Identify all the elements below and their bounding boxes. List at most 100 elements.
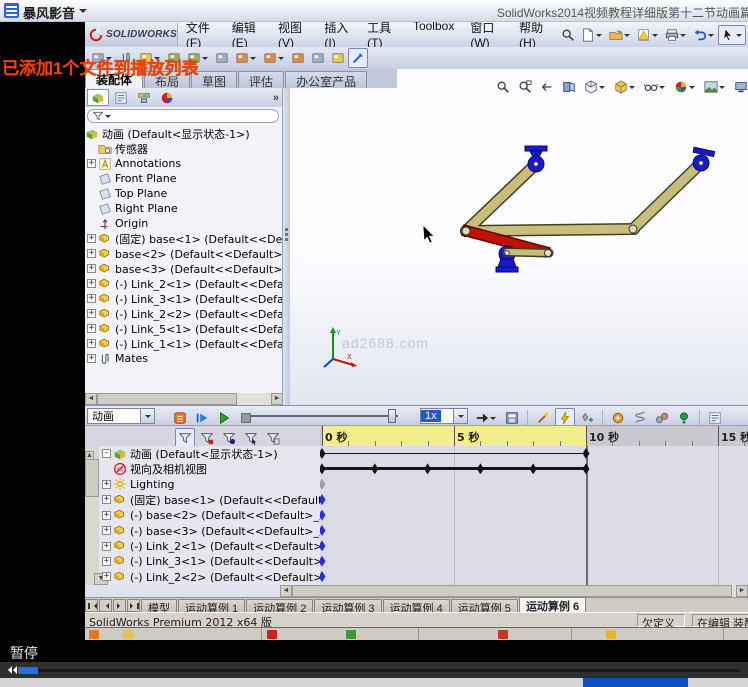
study-nav-previous-button[interactable] [99,599,112,612]
menu-item-4[interactable]: 工具(T) [359,22,405,50]
instant3d-button[interactable] [348,48,368,68]
study-tab-4[interactable]: 运动算例 4 [382,599,450,615]
expand-plus-icon[interactable]: + [87,279,96,288]
menu-item-3[interactable]: 插入(I) [316,22,359,50]
panel-splitter[interactable] [283,88,290,405]
playback-speed-select[interactable]: 1x [420,408,468,424]
keyframe-black[interactable] [476,463,484,475]
keyframe-black[interactable] [582,448,590,459]
keyframe-black[interactable] [529,463,537,475]
feature-tree-item[interactable]: Front Plane [85,171,282,186]
player-menu-caret-icon[interactable] [79,9,87,17]
dropdown-caret-icon[interactable] [719,86,725,92]
expand-plus-icon[interactable]: + [102,495,111,505]
motion-tree-item[interactable]: + (-) Link_2<2> (Default<<Default>_显示状态 1… [100,569,320,584]
dropdown-caret-icon[interactable] [652,33,658,40]
expand-plus-icon[interactable]: + [87,324,96,333]
expand-plus-icon[interactable]: + [87,264,96,273]
dropdown-caret-icon[interactable] [250,57,256,63]
dropdown-caret-icon[interactable] [736,33,742,40]
timeline-row[interactable] [320,477,748,492]
configuration-manager-tab[interactable] [133,89,155,106]
feature-tree-item[interactable]: + (-) Link_3<1> (Default<<Default>_显示状态 1… [85,291,282,306]
keyframe-gray[interactable] [320,478,326,490]
property-manager-tab[interactable] [110,89,132,106]
dropdown-caret-icon[interactable] [596,33,602,40]
timeline-canvas[interactable] [320,446,748,585]
feature-tree-item[interactable]: + (-) Link_5<1> (Default<<Default>_显示状态 1… [85,321,282,336]
player-seek-progress[interactable] [18,667,38,674]
feature-panel-hscrollbar[interactable]: ◄ ► [85,393,282,405]
keyframe-black[interactable] [320,463,326,475]
dropdown-caret-icon[interactable] [599,86,605,92]
exploded-view-button[interactable] [308,48,328,68]
study-nav-next-button[interactable] [113,599,126,612]
filter-selected-button[interactable] [241,428,261,448]
menu-item-7[interactable]: 帮助(H) [511,22,558,50]
feature-tree-item[interactable]: + base<3> (Default<<Default>_显示状态 1>) [85,261,282,276]
expand-plus-icon[interactable]: + [87,159,96,168]
scroll-left-button[interactable]: ◄ [280,585,292,597]
feature-tree-item[interactable]: + (-) Link_1<1> (Default<<Default>_显示状态 1… [85,336,282,351]
collapse-minus-icon[interactable]: - [102,449,111,459]
timeline-row[interactable] [320,492,748,507]
graphics-viewport[interactable]: ad2688.com Y X [290,69,748,405]
dropdown-caret-icon[interactable] [708,33,714,40]
bill-of-materials-button[interactable] [288,48,308,68]
menu-item-2[interactable]: 视图(V) [270,22,316,50]
feature-tree-root[interactable]: 动画 (Default<显示状态-1>) [85,126,282,141]
scene-button[interactable] [701,77,729,97]
menu-item-1[interactable]: 编辑(E) [224,22,270,50]
display-style-button[interactable] [611,77,639,97]
select-button[interactable] [718,24,746,45]
hide-show-button[interactable] [641,77,669,97]
featuremanager-filter-box[interactable] [87,109,279,123]
expand-plus-icon[interactable]: + [87,354,96,363]
motion-tree-item[interactable]: + (-) base<2> (Default<<Default>_显示状态 1>) [100,508,320,523]
reference-geometry-button[interactable] [260,48,288,68]
timeline-row[interactable] [320,569,748,584]
publish-button[interactable] [634,25,662,45]
view-orientation-button[interactable] [581,77,609,97]
timeline-row[interactable] [320,461,748,476]
zoom-fit-button[interactable] [493,77,513,97]
feature-tree-item[interactable]: + (-) Link_2<2> (Default<<Default>_显示状态 1… [85,306,282,321]
motion-tree-item[interactable]: + (-) Link_2<1> (Default<<Default>_显示状态 1… [100,538,320,553]
filter-results-button[interactable] [263,428,283,448]
keyframe-blue[interactable] [320,494,326,506]
expand-plus-icon[interactable]: + [102,541,111,551]
panel-overflow-chevron[interactable]: » [273,92,279,104]
undo-button[interactable] [690,25,718,45]
tab-评估[interactable]: 评估 [238,71,285,89]
keyframe-blue[interactable] [320,571,326,583]
timeline-row[interactable] [320,523,748,538]
timeline-zoom-slider-handle[interactable] [388,409,396,423]
dropdown-caret-icon[interactable] [202,57,208,63]
keyframe-blue[interactable] [320,509,326,521]
dropdown-caret-icon[interactable] [624,33,630,40]
feature-tree-item[interactable]: 传感器 [85,141,282,156]
dropdown-caret-icon[interactable] [490,417,496,423]
scroll-thumb[interactable] [292,585,732,597]
scroll-left-button[interactable]: ◄ [85,393,97,405]
filter-all-button[interactable] [175,428,195,448]
motion-tree-item[interactable]: + Lighting [100,477,320,492]
scroll-thumb[interactable] [85,459,99,497]
player-app-name[interactable]: 暴风影音 [23,3,75,22]
study-tab-5[interactable]: 运动算例 5 [450,599,518,615]
feature-manager-tab[interactable] [87,89,109,106]
dropdown-caret-icon[interactable] [689,86,695,92]
expand-plus-icon[interactable]: + [102,510,111,520]
study-tab-3[interactable]: 运动算例 3 [314,599,382,615]
keyframe-blue[interactable] [320,555,326,567]
menu-item-0[interactable]: 文件(F) [178,22,224,50]
expand-plus-icon[interactable]: + [102,526,111,536]
scroll-right-button[interactable]: ► [271,393,282,405]
feature-tree-item[interactable]: + Annotations [85,156,282,171]
menu-item-5[interactable]: Toolbox [405,22,462,50]
keyframe-blue[interactable] [320,540,326,552]
scroll-right-button[interactable]: ► [736,585,748,597]
expand-plus-icon[interactable]: + [87,339,96,348]
feature-tree-item[interactable]: Right Plane [85,201,282,216]
timeline-hscrollbar[interactable]: ◄ ► [280,585,748,597]
